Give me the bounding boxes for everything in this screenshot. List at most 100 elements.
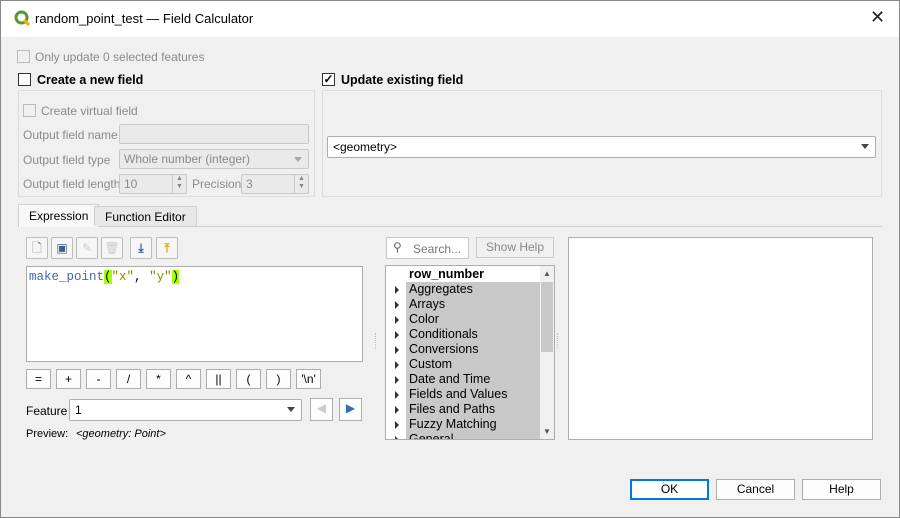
only-update-checkbox[interactable] (17, 50, 30, 63)
feature-value: 1 (75, 403, 82, 417)
open-paren-token: ( (104, 270, 112, 284)
expand-arrow-icon[interactable] (395, 406, 399, 414)
output-field-type-label: Output field type (23, 153, 111, 167)
scroll-down-icon[interactable]: ▼ (543, 427, 551, 436)
string-token: "y" (149, 270, 172, 284)
operator-button[interactable]: + (56, 369, 81, 389)
preview-label: Preview: (26, 428, 69, 440)
expression-editor[interactable]: make_point("x", "y") (26, 266, 363, 362)
show-help-button[interactable]: Show Help (476, 237, 554, 258)
output-field-length-spinbox[interactable]: 10 ▲ ▼ (119, 174, 187, 194)
precision-spinbox[interactable]: 3 ▲ ▼ (241, 174, 309, 194)
splitter-handle[interactable] (375, 333, 376, 349)
tree-item-label: Conditionals (406, 327, 540, 342)
scroll-up-icon[interactable]: ▲ (543, 269, 551, 278)
precision-label: Precision (192, 177, 242, 191)
precision-value: 3 (246, 177, 253, 191)
import-icon[interactable]: ⤓ (130, 237, 152, 259)
feature-select[interactable]: 1 (69, 399, 302, 421)
help-button[interactable]: Help (802, 479, 881, 500)
expand-arrow-icon[interactable] (395, 436, 399, 439)
chevron-down-icon (861, 144, 869, 149)
output-field-length-label: Output field length (23, 177, 121, 191)
operator-button[interactable]: || (206, 369, 231, 389)
feature-label: Feature (26, 404, 68, 418)
operator-button[interactable]: ( (236, 369, 261, 389)
tab-expression[interactable]: Expression (18, 204, 100, 227)
tab-pane-border (18, 226, 882, 227)
tree-item-label: Custom (406, 357, 540, 372)
output-field-name-input[interactable] (119, 124, 309, 144)
search-placeholder: Search... (413, 242, 462, 256)
close-icon[interactable]: ✕ (870, 7, 885, 28)
spin-arrows-icon[interactable]: ▲ ▼ (294, 175, 308, 193)
expand-arrow-icon[interactable] (395, 376, 399, 384)
save-icon[interactable]: ▣ (51, 237, 73, 259)
existing-field-value: <geometry> (333, 140, 398, 154)
tree-item-label: Date and Time (406, 372, 540, 387)
create-virtual-field-checkbox[interactable] (23, 104, 36, 117)
search-box[interactable]: ⚲ Search... (386, 237, 469, 259)
operator-button[interactable]: / (116, 369, 141, 389)
tree-item-label: Fuzzy Matching (406, 417, 540, 432)
new-file-icon[interactable]: 🗋 (26, 237, 48, 259)
next-feature-button[interactable]: ▶ (339, 398, 362, 421)
previous-feature-button[interactable]: ◀ (310, 398, 333, 421)
edit-icon[interactable]: ✎ (76, 237, 98, 259)
tree-item-label: Files and Paths (406, 402, 540, 417)
arrow-left-icon: ◀ (316, 401, 327, 415)
splitter-handle[interactable] (557, 333, 558, 349)
output-field-type-select[interactable]: Whole number (integer) (119, 149, 309, 169)
existing-field-select[interactable]: <geometry> (327, 136, 876, 158)
function-tree[interactable]: row_number Aggregates Arrays Color Condition… (385, 265, 555, 440)
qgis-logo-icon (14, 10, 30, 26)
cancel-button[interactable]: Cancel (716, 479, 795, 500)
operator-button[interactable]: - (86, 369, 111, 389)
update-existing-field-label: Update existing field (341, 73, 464, 87)
close-paren-token: ) (171, 270, 180, 284)
window-title: random_point_test — Field Calculator (35, 11, 254, 26)
create-virtual-field-label: Create virtual field (41, 104, 138, 118)
tree-item-label: Fields and Values (406, 387, 540, 402)
separator-token: , (134, 270, 150, 284)
operator-button[interactable]: ) (266, 369, 291, 389)
expand-arrow-icon[interactable] (395, 361, 399, 369)
create-new-field-checkbox[interactable] (18, 73, 31, 86)
update-existing-field-checkbox[interactable]: ✓ (322, 73, 335, 86)
expand-arrow-icon[interactable] (395, 421, 399, 429)
string-token: "x" (111, 270, 135, 284)
search-icon: ⚲ (393, 240, 402, 254)
tree-header-item[interactable]: row_number (406, 267, 540, 282)
expand-arrow-icon[interactable] (395, 391, 399, 399)
operator-button[interactable]: '\n' (296, 369, 321, 389)
tree-item-label: Conversions (406, 342, 540, 357)
scrollbar-thumb[interactable] (541, 282, 553, 352)
tree-item-label: Aggregates (406, 282, 540, 297)
spin-arrows-icon[interactable]: ▲ ▼ (172, 175, 186, 193)
ok-button[interactable]: OK (630, 479, 709, 500)
expand-arrow-icon[interactable] (395, 346, 399, 354)
arrow-right-icon: ▶ (345, 401, 356, 415)
expand-arrow-icon[interactable] (395, 286, 399, 294)
export-icon[interactable]: ⤒ (156, 237, 178, 259)
tree-item-label: Color (406, 312, 540, 327)
expand-arrow-icon[interactable] (395, 301, 399, 309)
create-new-field-label: Create a new field (37, 73, 144, 87)
operator-button[interactable]: * (146, 369, 171, 389)
tree-item-label: Arrays (406, 297, 540, 312)
expand-arrow-icon[interactable] (395, 331, 399, 339)
help-panel (568, 237, 873, 440)
output-field-name-label: Output field name (23, 128, 118, 142)
operator-button[interactable]: ^ (176, 369, 201, 389)
expand-arrow-icon[interactable] (395, 316, 399, 324)
output-field-length-value: 10 (124, 177, 138, 191)
output-field-type-value: Whole number (integer) (124, 152, 251, 166)
tree-scrollbar[interactable]: ▲ ▼ (540, 266, 554, 439)
tree-item-label: General (406, 432, 540, 439)
operator-button[interactable]: = (26, 369, 51, 389)
delete-icon[interactable]: 🗑 (101, 237, 123, 259)
chevron-down-icon (294, 157, 302, 162)
preview-value: <geometry: Point> (76, 428, 166, 440)
tab-function-editor[interactable]: Function Editor (94, 206, 197, 226)
chevron-down-icon (287, 407, 295, 412)
